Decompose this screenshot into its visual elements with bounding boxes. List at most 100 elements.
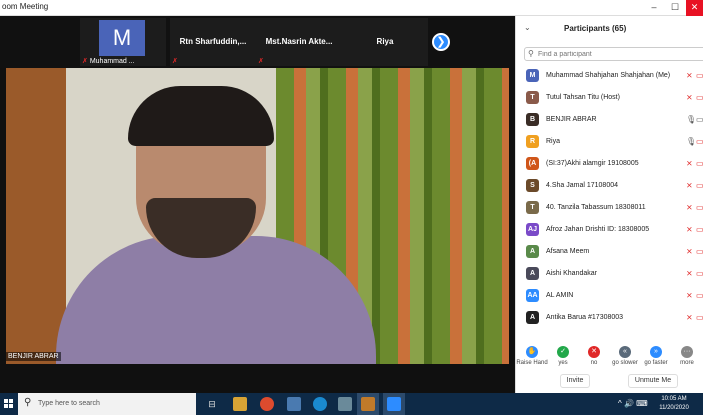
thumbnail-name: Rtn Sharfuddin,...	[179, 37, 247, 46]
video-off-icon: ▭	[696, 159, 703, 168]
participant-row[interactable]: T 40. Tanzila Tabassum 18308011 ⨯ ▭	[516, 197, 703, 219]
participant-name: AL AMIN	[546, 292, 574, 299]
system-tray[interactable]: ^ 🔊 ⌨	[618, 399, 648, 408]
reaction-label: more	[680, 360, 694, 366]
mic-icon: 🎙	[686, 115, 697, 124]
participant-row[interactable]: S 4.Sha Jamal 17108004 ⨯ ▭	[516, 175, 703, 197]
video-off-icon: ▭	[696, 93, 703, 102]
video-off-icon: ▭	[696, 71, 703, 80]
search-icon: ⚲	[24, 397, 32, 408]
avatar: AA	[526, 289, 539, 302]
chrome-icon[interactable]	[260, 397, 274, 411]
background-door	[6, 68, 66, 364]
participant-name: Riya	[546, 138, 561, 145]
mic-muted-icon: ✗	[172, 58, 178, 65]
participant-search[interactable]: ⚲	[524, 47, 703, 61]
nonverbal-feedback-bar: ✋ Raise Hand ✓ yes ✕ no «go slower» go faster ··…	[516, 340, 703, 366]
participant-search-input[interactable]	[538, 49, 698, 60]
participant-row[interactable]: R Riya 🎙 ▭	[516, 131, 703, 153]
task-view-icon[interactable]: ⊟	[205, 397, 219, 411]
active-speaker-video	[6, 68, 509, 364]
clock-time: 10:05 AM	[661, 396, 687, 402]
avatar: T	[526, 201, 539, 214]
participant-list: M Muhammad Shahjahan Shahjahan (Me) ⨯ ▭ T Tut…	[516, 65, 703, 329]
avatar: M	[99, 20, 145, 56]
avatar: A	[526, 311, 539, 324]
minimize-button[interactable]: –	[646, 0, 662, 16]
mic-muted-icon: ⨯	[686, 247, 693, 256]
participant-name: Tutul Tahsan Titu (Host)	[546, 94, 620, 101]
active-speaker-name: BENJIR ABRAR	[6, 352, 61, 361]
reaction-icon: »	[650, 346, 662, 358]
next-page-button[interactable]: ❯	[432, 33, 450, 51]
reaction-icon: ···	[681, 346, 693, 358]
reaction-more-button[interactable]: ··· more	[667, 340, 703, 366]
thumbnail-participant[interactable]: Riya	[342, 18, 428, 66]
video-off-icon: ▭	[696, 203, 703, 212]
file-explorer-icon[interactable]	[233, 397, 247, 411]
avatar: S	[526, 179, 539, 192]
taskbar-search[interactable]: ⚲ Type here to search	[18, 393, 196, 415]
invite-button[interactable]: Invite	[560, 374, 590, 388]
participant-row[interactable]: AA AL AMIN ⨯ ▭	[516, 285, 703, 307]
participant-name: Antika Barua #17308003	[546, 314, 624, 321]
mic-muted-icon: ⨯	[686, 203, 693, 212]
app-icon[interactable]	[338, 397, 352, 411]
app-icon[interactable]	[361, 397, 375, 411]
clock[interactable]: 10:05 AM 11/20/2020	[656, 395, 692, 413]
clock-date: 11/20/2020	[659, 405, 689, 411]
windows-start-button[interactable]	[0, 393, 18, 415]
windows-taskbar: ⚲ Type here to search ⊟ ^ 🔊 ⌨ 10:05 AM 1…	[0, 393, 703, 415]
search-icon: ⚲	[528, 49, 534, 58]
window-title: oom Meeting	[2, 2, 49, 11]
participant-name: (SI:37)Akhi alamgir 19108005	[546, 160, 639, 167]
participant-row[interactable]: (A (SI:37)Akhi alamgir 19108005 ⨯ ▭	[516, 153, 703, 175]
mic-muted-icon: ⨯	[686, 181, 693, 190]
mic-muted-icon: ✗	[258, 58, 264, 65]
participant-name: Afroz Jahan Drishti ID: 18308005	[546, 226, 650, 233]
avatar: R	[526, 135, 539, 148]
chevron-down-icon[interactable]: ⌄	[524, 23, 531, 32]
close-button[interactable]: ✕	[686, 0, 703, 16]
video-off-icon: ▭	[696, 269, 703, 278]
participant-row[interactable]: A Afsana Meem ⨯ ▭	[516, 241, 703, 263]
participant-row[interactable]: B BENJIR ABRAR 🎙 ▭	[516, 109, 703, 131]
video-icon: ▭	[696, 115, 703, 124]
taskbar-search-placeholder: Type here to search	[38, 400, 100, 407]
participant-name: Muhammad Shahjahan Shahjahan (Me)	[546, 72, 671, 79]
mic-icon: 🎙	[686, 137, 697, 146]
mic-muted-icon: ⨯	[686, 269, 693, 278]
thumbnail-name: Mst.Nasrin Akte...	[265, 37, 333, 46]
video-off-icon: ▭	[696, 137, 703, 146]
video-off-icon: ▭	[696, 291, 703, 300]
participant-name: 4.Sha Jamal 17108004	[546, 182, 618, 189]
participant-row[interactable]: A Aishi Khandakar ⨯ ▭	[516, 263, 703, 285]
avatar: M	[526, 69, 539, 82]
thumbnail-participant[interactable]: Rtn Sharfuddin,... ✗	[170, 18, 256, 66]
thumbnail-strip: M ✗ Muhammad ... Rtn Sharfuddin,... ✗ Ms…	[0, 16, 515, 68]
participant-row[interactable]: A Antika Barua #17308003 ⨯ ▭	[516, 307, 703, 329]
avatar: A	[526, 245, 539, 258]
video-off-icon: ▭	[696, 313, 703, 322]
maximize-button[interactable]: ☐	[667, 0, 683, 16]
avatar: AJ	[526, 223, 539, 236]
edge-icon[interactable]	[313, 397, 327, 411]
mic-muted-icon: ⨯	[686, 93, 693, 102]
mic-muted-icon: ⨯	[686, 225, 693, 234]
video-area: M ✗ Muhammad ... Rtn Sharfuddin,... ✗ Ms…	[0, 16, 515, 393]
avatar: B	[526, 113, 539, 126]
mic-muted-icon: ⨯	[686, 71, 693, 80]
participant-row[interactable]: T Tutul Tahsan Titu (Host) ⨯ ▭	[516, 87, 703, 109]
thumbnail-participant[interactable]: Mst.Nasrin Akte... ✗	[256, 18, 342, 66]
participant-row[interactable]: AJ Afroz Jahan Drishti ID: 18308005 ⨯ ▭	[516, 219, 703, 241]
participant-name: Afsana Meem	[546, 248, 590, 255]
video-off-icon: ▭	[696, 181, 703, 190]
mic-muted-icon: ⨯	[686, 159, 693, 168]
mic-muted-icon: ⨯	[686, 313, 693, 322]
thumbnail-label: ✗ Muhammad ...	[82, 58, 135, 65]
participant-row[interactable]: M Muhammad Shahjahan Shahjahan (Me) ⨯ ▭	[516, 65, 703, 87]
thumbnail-participant[interactable]: M ✗ Muhammad ...	[80, 18, 166, 66]
app-icon[interactable]	[287, 397, 301, 411]
unmute-me-button[interactable]: Unmute Me	[628, 374, 678, 388]
zoom-icon[interactable]	[387, 397, 401, 411]
